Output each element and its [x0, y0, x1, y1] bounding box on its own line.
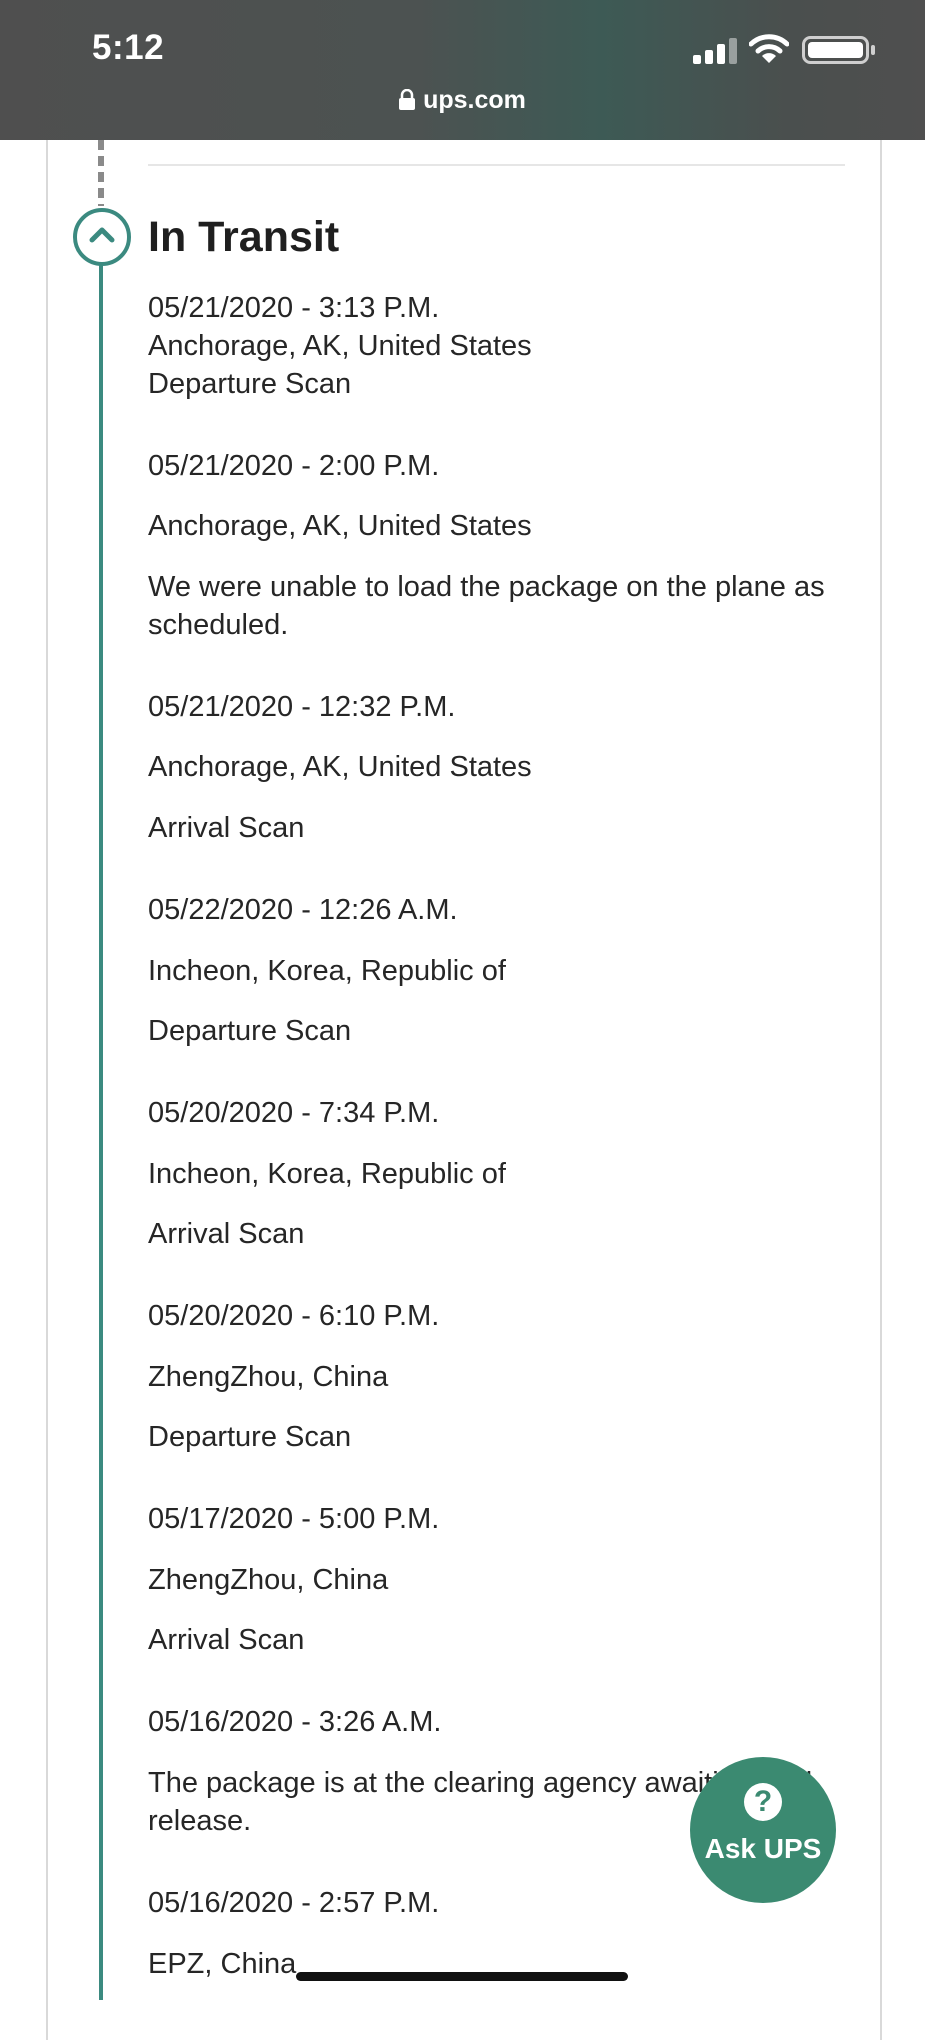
question-icon: ? [744, 1783, 782, 1821]
event-datetime: 05/22/2020 - 12:26 A.M. [148, 894, 458, 926]
event-datetime: 05/16/2020 - 2:57 P.M. [148, 1887, 440, 1919]
collapse-toggle-button[interactable] [73, 208, 131, 266]
event-location: Anchorage, AK, United States [148, 330, 532, 362]
event-activity: Departure Scan [148, 1421, 352, 1453]
section-title: In Transit [148, 213, 340, 261]
event-location: Anchorage, AK, United States [148, 751, 532, 783]
cellular-signal-icon [693, 38, 737, 64]
event-activity: Departure Scan [148, 368, 352, 400]
address-bar[interactable]: ups.com [0, 86, 925, 117]
event-datetime: 05/21/2020 - 12:32 P.M. [148, 691, 456, 723]
tracking-card [46, 140, 882, 2040]
lock-icon [399, 88, 416, 117]
event-datetime: 05/17/2020 - 5:00 P.M. [148, 1503, 440, 1535]
event-location: Anchorage, AK, United States [148, 510, 532, 542]
browser-top-bar: 5:12 ups.com [0, 0, 925, 140]
divider [148, 164, 845, 166]
event-location: EPZ, China [148, 1948, 297, 1980]
chevron-up-icon [89, 227, 115, 243]
event-datetime: 05/16/2020 - 3:26 A.M. [148, 1706, 442, 1738]
event-activity: Arrival Scan [148, 812, 305, 844]
ask-ups-label: Ask UPS [704, 1833, 822, 1864]
event-activity: Arrival Scan [148, 1624, 305, 1656]
event-datetime: 05/21/2020 - 2:00 P.M. [148, 450, 440, 482]
timeline-line [99, 262, 103, 2000]
event-datetime: 05/21/2020 - 3:13 P.M. [148, 292, 440, 324]
wifi-icon [748, 34, 790, 64]
url-text: ups.com [423, 86, 526, 114]
event-datetime: 05/20/2020 - 6:10 P.M. [148, 1300, 440, 1332]
home-indicator[interactable] [296, 1972, 628, 1981]
event-activity: We were unable to load the package on th… [148, 571, 825, 641]
event-location: Incheon, Korea, Republic of [148, 955, 506, 987]
timeline-dotted-line [98, 140, 104, 206]
event-location: Incheon, Korea, Republic of [148, 1158, 506, 1190]
battery-icon [802, 36, 877, 64]
event-activity: Departure Scan [148, 1015, 352, 1047]
event-location: ZhengZhou, China [148, 1361, 389, 1393]
event-datetime: 05/20/2020 - 7:34 P.M. [148, 1097, 440, 1129]
status-time: 5:12 [92, 28, 165, 67]
event-location: ZhengZhou, China [148, 1564, 389, 1596]
event-activity: Arrival Scan [148, 1218, 305, 1250]
ask-ups-button[interactable]: ? Ask UPS [690, 1757, 836, 1903]
